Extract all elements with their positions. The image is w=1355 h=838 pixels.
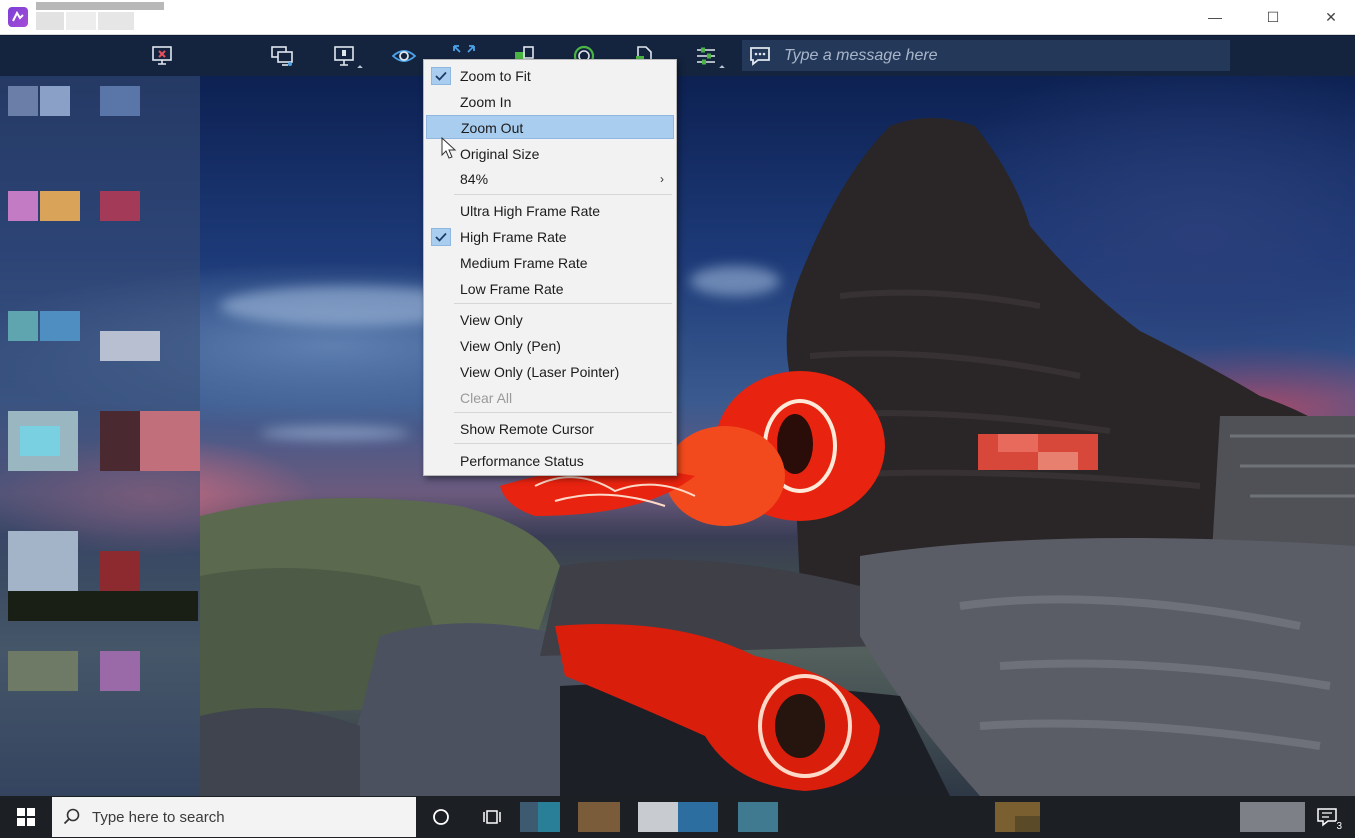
remote-toolbar bbox=[0, 36, 1355, 76]
taskbar-search-box[interactable] bbox=[52, 797, 416, 837]
cloud-streak bbox=[260, 426, 410, 440]
menu-item-view-only-pen[interactable]: View Only (Pen) bbox=[426, 334, 674, 358]
message-input[interactable] bbox=[778, 40, 1230, 71]
window-title-redacted bbox=[36, 2, 164, 30]
menu-item-label: High Frame Rate bbox=[460, 229, 567, 245]
menu-item-label: Ultra High Frame Rate bbox=[460, 203, 601, 219]
display-icon[interactable] bbox=[328, 40, 363, 72]
menu-item-label: Clear All bbox=[460, 390, 513, 406]
menu-item-label: View Only (Pen) bbox=[460, 338, 561, 354]
notification-count: 3 bbox=[1336, 821, 1342, 832]
chat-icon[interactable] bbox=[742, 40, 778, 71]
view-icon[interactable] bbox=[388, 40, 420, 72]
end-session-icon[interactable] bbox=[146, 40, 178, 72]
search-input[interactable] bbox=[92, 808, 416, 826]
menu-item-label: Low Frame Rate bbox=[460, 281, 564, 297]
menu-separator bbox=[454, 303, 672, 304]
cortana-icon[interactable] bbox=[420, 796, 462, 838]
menu-item-label: Original Size bbox=[460, 146, 540, 162]
settings-icon[interactable] bbox=[690, 40, 725, 72]
checkmark-icon bbox=[431, 67, 451, 85]
menu-item-label: View Only bbox=[460, 312, 523, 328]
menu-separator bbox=[454, 412, 672, 413]
minimize-button[interactable]: — bbox=[1186, 0, 1244, 34]
menu-item-view-only[interactable]: View Only bbox=[426, 308, 674, 332]
pinned-apps-redacted[interactable] bbox=[520, 796, 780, 838]
menu-separator bbox=[454, 194, 672, 195]
menu-item-zoom-to-fit[interactable]: Zoom to Fit bbox=[426, 64, 674, 88]
menu-item-low-frame-rate[interactable]: Low Frame Rate bbox=[426, 277, 674, 301]
windows-logo-icon bbox=[17, 808, 35, 826]
mouse-pointer-icon bbox=[441, 137, 457, 159]
menu-item-label: Show Remote Cursor bbox=[460, 421, 594, 437]
menu-item-label: View Only (Laser Pointer) bbox=[460, 364, 620, 380]
menu-item-label: 84% bbox=[460, 171, 489, 187]
menu-item-high-frame-rate[interactable]: High Frame Rate bbox=[426, 225, 674, 249]
menu-item-original-size[interactable]: Original Size bbox=[426, 142, 674, 166]
red-light-reflection bbox=[555, 624, 880, 791]
menu-item-label: Performance Status bbox=[460, 453, 584, 469]
menu-item-view-only-laser-pointer[interactable]: View Only (Laser Pointer) bbox=[426, 360, 674, 384]
close-button[interactable]: ✕ bbox=[1302, 0, 1355, 34]
menu-item-clear-all: Clear All bbox=[426, 386, 674, 410]
search-icon bbox=[52, 797, 92, 837]
menu-item-show-remote-cursor[interactable]: Show Remote Cursor bbox=[426, 417, 674, 441]
menu-item-label: Zoom to Fit bbox=[460, 68, 531, 84]
menu-item-label: Medium Frame Rate bbox=[460, 255, 588, 271]
checkmark-icon bbox=[431, 228, 451, 246]
menu-item-zoom-out[interactable]: Zoom Out bbox=[426, 115, 674, 139]
notification-center-icon[interactable]: 3 bbox=[1310, 800, 1344, 834]
title-bar: — ☐ ✕ bbox=[0, 0, 1355, 35]
redacted-label bbox=[978, 434, 1098, 470]
menu-item-label: Zoom Out bbox=[461, 120, 524, 136]
start-button[interactable] bbox=[0, 796, 52, 838]
menu-separator bbox=[454, 443, 672, 444]
menu-item-zoom-in[interactable]: Zoom In bbox=[426, 90, 674, 114]
desktop-icons-redacted bbox=[0, 76, 200, 796]
menu-item-ultra-high-frame-rate[interactable]: Ultra High Frame Rate bbox=[426, 199, 674, 223]
windows-taskbar: 3 bbox=[0, 796, 1355, 838]
remote-desktop-view[interactable] bbox=[0, 76, 1355, 796]
switch-monitor-icon[interactable] bbox=[266, 40, 298, 72]
maximize-button[interactable]: ☐ bbox=[1244, 0, 1302, 34]
zoom-context-menu: Zoom to Fit Zoom In Zoom Out Original Si… bbox=[423, 59, 677, 476]
chat-message-box[interactable] bbox=[742, 40, 1230, 71]
menu-item-zoom-percent[interactable]: 84% › bbox=[426, 167, 674, 191]
app-logo-icon bbox=[8, 7, 28, 27]
task-view-icon[interactable] bbox=[471, 796, 513, 838]
menu-item-medium-frame-rate[interactable]: Medium Frame Rate bbox=[426, 251, 674, 275]
menu-item-performance-status[interactable]: Performance Status bbox=[426, 449, 674, 473]
submenu-arrow-icon: › bbox=[660, 172, 664, 186]
menu-item-label: Zoom In bbox=[460, 94, 512, 110]
cloud-streak bbox=[690, 266, 780, 296]
system-tray-redacted[interactable] bbox=[995, 796, 1305, 838]
